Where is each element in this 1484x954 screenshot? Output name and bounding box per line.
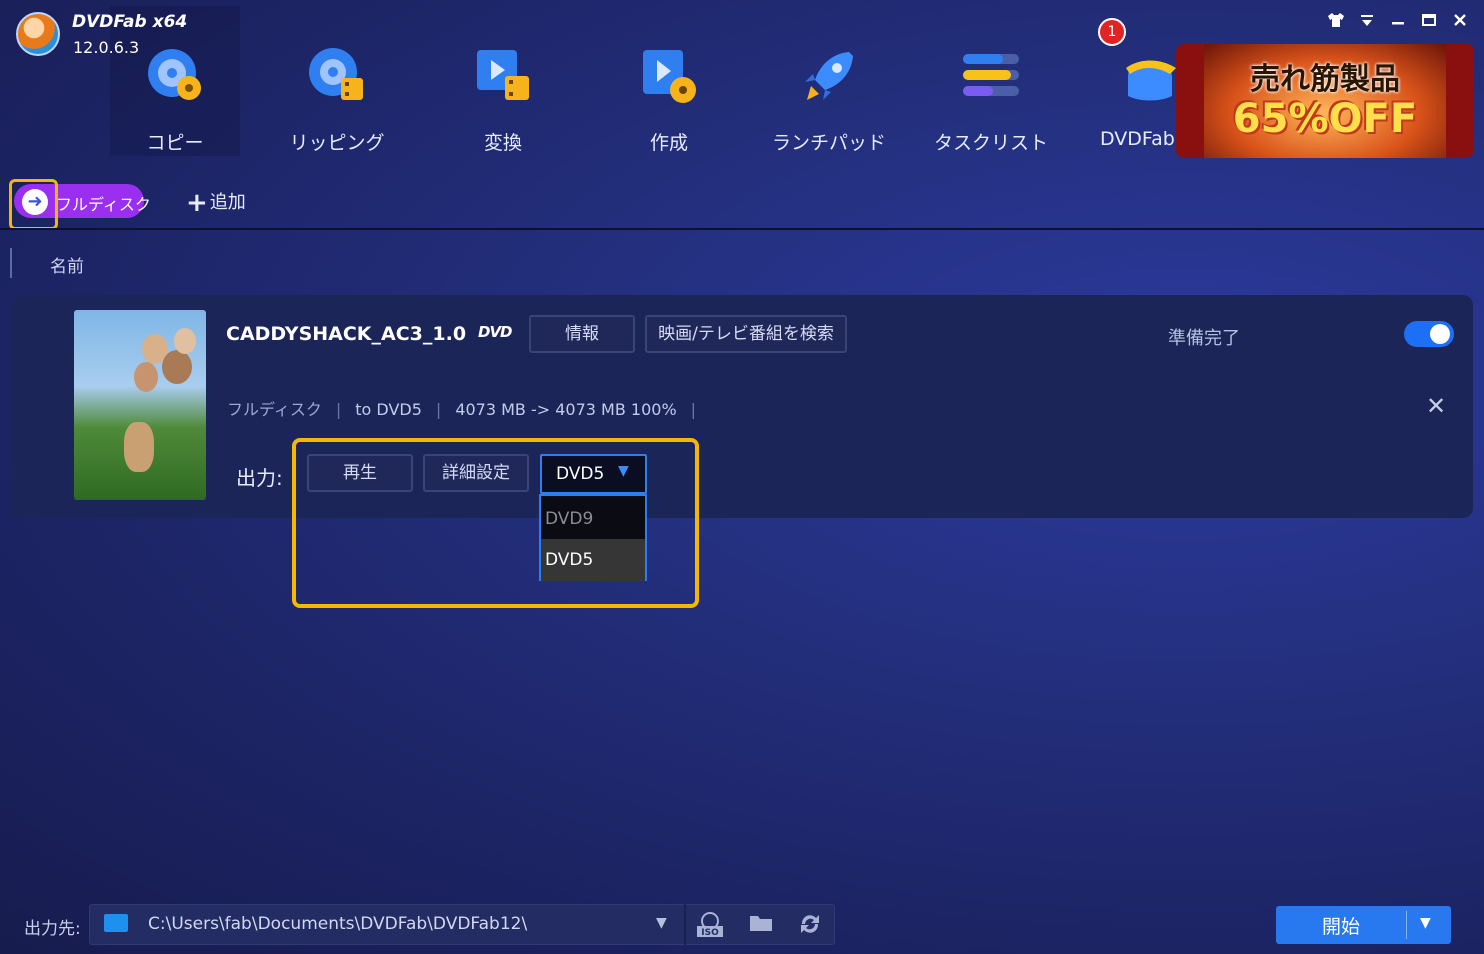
- module-label: DVDFab: [1100, 128, 1175, 150]
- app-name: DVDFab x64: [72, 12, 188, 32]
- start-label: 開始: [1321, 916, 1360, 938]
- chevron-down-icon[interactable]: ▼: [1420, 915, 1431, 931]
- skin-tshirt-icon[interactable]: [1325, 12, 1347, 34]
- annotation-highlight-output: [292, 438, 699, 608]
- promo-stage: 売れ筋製品 65%OFF: [1204, 44, 1446, 158]
- dvdfab-logo-icon: [16, 12, 60, 56]
- converter-icon: [477, 50, 529, 100]
- mode-label: フルディスク: [56, 195, 151, 214]
- search-metadata-button[interactable]: 映画/テレビ番組を検索: [645, 315, 847, 353]
- module-tasklist[interactable]: タスクリスト: [926, 40, 1056, 160]
- minimize-icon[interactable]: [1387, 12, 1409, 34]
- refresh-icon[interactable]: [795, 912, 825, 938]
- menu-dropdown-icon[interactable]: [1356, 12, 1378, 34]
- launchpad-rocket-icon: [805, 52, 853, 100]
- meta-mode: フルディスク: [227, 400, 322, 419]
- creator-icon: [643, 50, 696, 103]
- module-label: 作成: [649, 132, 688, 154]
- module-label: 変換: [483, 132, 522, 154]
- chevron-down-icon[interactable]: ▼: [656, 915, 667, 931]
- module-launchpad[interactable]: ランチパッド: [764, 40, 894, 160]
- task-meta: フルディスク | to DVD5 | 4073 MB -> 4073 MB 100% |: [227, 400, 697, 419]
- folder-icon: [104, 914, 128, 932]
- cover-thumbnail: [74, 310, 206, 500]
- promo-line1: 売れ筋製品: [1250, 62, 1400, 97]
- meta-size: 4073 MB -> 4073 MB 100%: [455, 400, 677, 419]
- promo-line2: 65%OFF: [1232, 96, 1418, 142]
- iso-output-icon[interactable]: ISO: [695, 912, 725, 938]
- divider: [1406, 911, 1407, 939]
- module-converter[interactable]: 変換: [438, 40, 568, 160]
- divider: [684, 904, 686, 945]
- module-label: コピー: [146, 132, 204, 154]
- module-ripper[interactable]: リッピング: [272, 40, 402, 160]
- module-dvdfab[interactable]: DVDFab: [1092, 40, 1176, 160]
- column-header-name[interactable]: 名前: [50, 252, 84, 277]
- ripper-icon: [309, 48, 363, 100]
- copy-disc-icon: [148, 49, 201, 100]
- destination-path: C:\Users\fab\Documents\DVDFab\DVDFab12\: [148, 914, 528, 934]
- module-creator[interactable]: 作成: [604, 40, 734, 160]
- maximize-icon[interactable]: [1418, 12, 1440, 34]
- dvd-format-icon: DVD: [478, 323, 513, 341]
- toggle-knob: [1430, 324, 1450, 344]
- module-copy[interactable]: コピー: [110, 40, 240, 160]
- plus-icon: +: [186, 188, 208, 218]
- annotation-highlight-mode: [9, 179, 58, 230]
- add-source-button[interactable]: + 追加: [186, 188, 246, 218]
- module-label: ランチパッド: [771, 132, 886, 154]
- task-status: 準備完了: [1168, 328, 1240, 349]
- module-label: タスクリスト: [933, 132, 1048, 154]
- task-title: CADDYSHACK_AC3_1.0: [226, 323, 467, 345]
- add-label: 追加: [209, 192, 246, 213]
- column-resize-handle[interactable]: [10, 248, 12, 278]
- divider: [0, 228, 1484, 230]
- remove-task-icon[interactable]: ✕: [1426, 392, 1446, 420]
- meta-target: to DVD5: [355, 400, 422, 419]
- info-button[interactable]: 情報: [529, 315, 635, 353]
- browse-folder-icon[interactable]: [746, 912, 776, 938]
- destination-label: 出力先:: [24, 919, 81, 939]
- tasklist-icon: [963, 54, 1019, 96]
- output-label: 出力:: [236, 466, 283, 490]
- notification-badge[interactable]: 1: [1098, 18, 1126, 46]
- dvdfab-hat-icon: [1126, 60, 1176, 101]
- promo-banner[interactable]: 売れ筋製品 65%OFF: [1176, 44, 1474, 158]
- module-label: リッピング: [289, 132, 385, 154]
- close-window-icon[interactable]: [1449, 12, 1471, 34]
- svg-text:ISO: ISO: [701, 928, 719, 938]
